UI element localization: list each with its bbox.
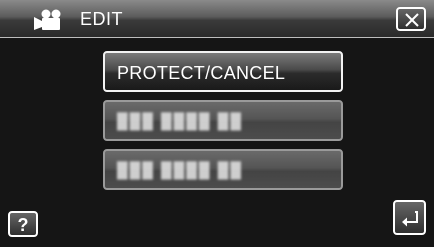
header-bar: EDIT (0, 0, 434, 38)
menu-item-obscured[interactable]: ███ ████ ██ (103, 149, 343, 190)
screen: EDIT PROTECT/CANCEL ███ ████ ██ ███ ████… (0, 0, 434, 247)
menu-item-label: ███ ████ ██ (117, 162, 243, 179)
close-button[interactable] (396, 7, 426, 31)
menu-item-obscured[interactable]: ███ ████ ██ (103, 100, 343, 141)
menu-item-label: ███ ████ ██ (117, 113, 243, 130)
video-camera-icon (34, 9, 61, 30)
help-button[interactable]: ? (8, 211, 38, 237)
back-button[interactable] (393, 200, 426, 235)
page-title: EDIT (80, 9, 124, 29)
close-icon (405, 13, 419, 27)
menu-item-label: PROTECT/CANCEL (117, 63, 286, 83)
return-arrow-icon (402, 211, 418, 227)
help-label: ? (17, 215, 29, 235)
protect-cancel-button[interactable]: PROTECT/CANCEL (103, 51, 343, 92)
